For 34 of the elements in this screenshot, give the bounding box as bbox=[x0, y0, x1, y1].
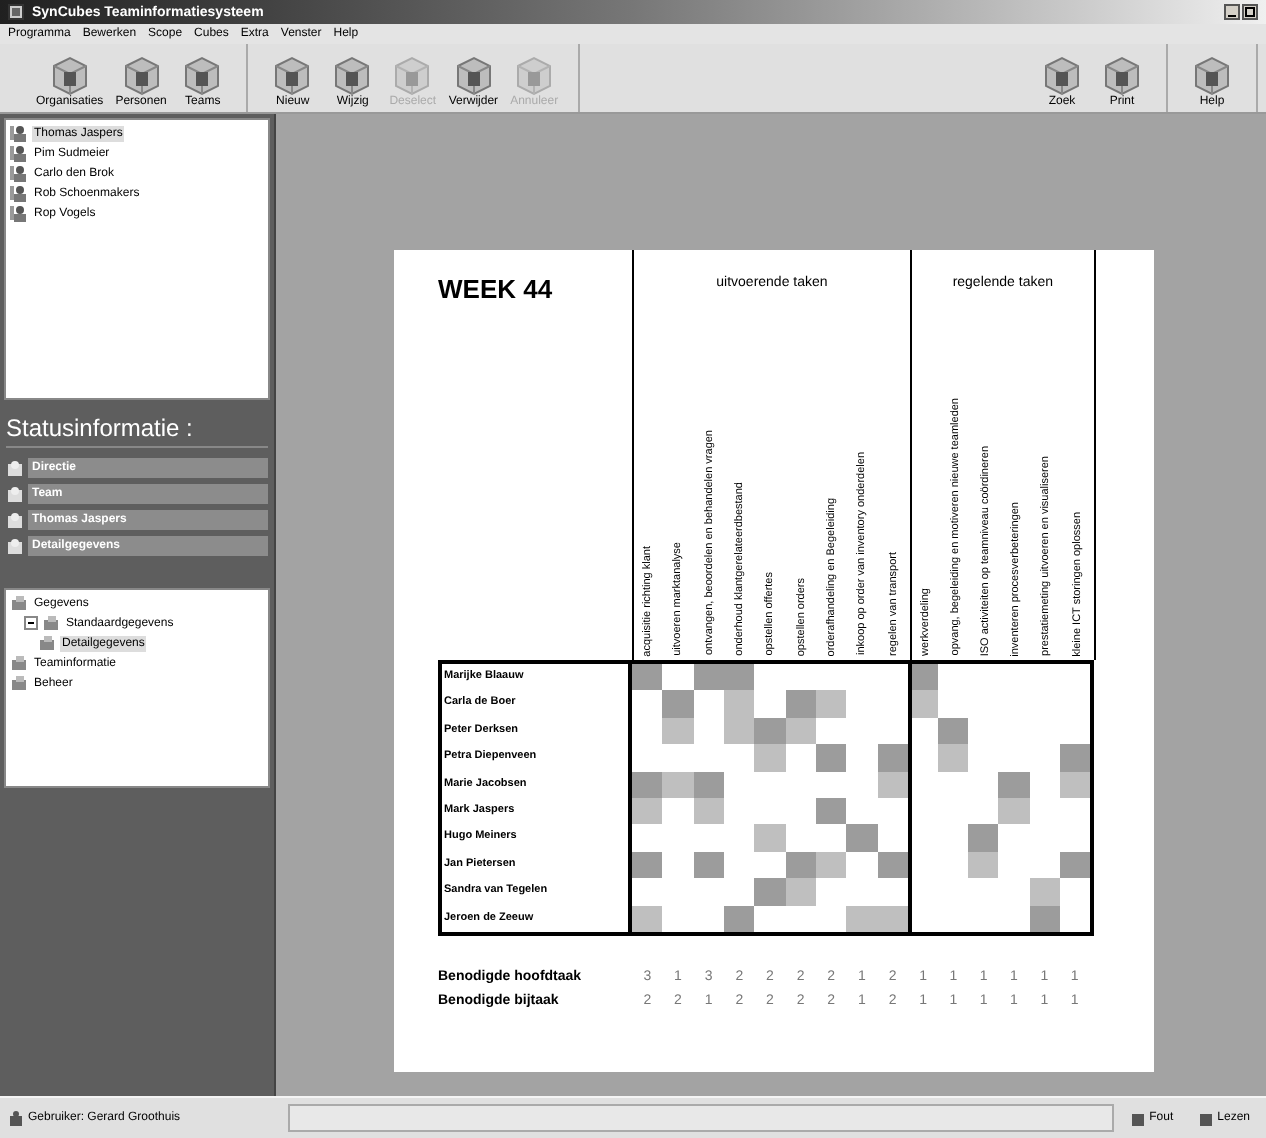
cube-icon bbox=[272, 54, 313, 96]
cube-icon bbox=[332, 54, 373, 96]
report-title: WEEK 44 bbox=[438, 274, 553, 304]
status-icon bbox=[1129, 1110, 1146, 1126]
status-title: Statusinformatie : bbox=[6, 416, 268, 448]
minimize-icon bbox=[1224, 4, 1240, 20]
person-icon bbox=[10, 164, 28, 182]
folder-icon bbox=[10, 674, 28, 692]
user-icon bbox=[8, 1110, 24, 1126]
folder-icon bbox=[10, 654, 28, 672]
cube-icon bbox=[514, 54, 555, 96]
cube-icon bbox=[453, 54, 494, 96]
status-icon bbox=[6, 459, 24, 477]
folder-icon bbox=[10, 594, 28, 612]
status-icon bbox=[6, 485, 24, 503]
cube-icon bbox=[392, 54, 433, 96]
person-icon bbox=[10, 124, 28, 142]
status-icon bbox=[1197, 1110, 1214, 1126]
folder-icon bbox=[42, 614, 60, 632]
collapse-icon[interactable] bbox=[24, 616, 38, 630]
cube-icon bbox=[49, 54, 90, 96]
app-icon bbox=[8, 4, 24, 20]
folder-icon bbox=[38, 634, 56, 652]
person-icon bbox=[10, 144, 28, 162]
cube-icon bbox=[1042, 54, 1082, 96]
person-icon bbox=[10, 184, 28, 202]
person-icon bbox=[10, 204, 28, 222]
status-icon bbox=[6, 511, 24, 529]
cube-icon bbox=[121, 54, 162, 96]
status-icon bbox=[6, 537, 24, 555]
cube-icon bbox=[1102, 54, 1142, 96]
cube-icon bbox=[182, 54, 223, 96]
maximize-icon bbox=[1242, 4, 1258, 20]
cube-icon bbox=[1192, 54, 1232, 96]
